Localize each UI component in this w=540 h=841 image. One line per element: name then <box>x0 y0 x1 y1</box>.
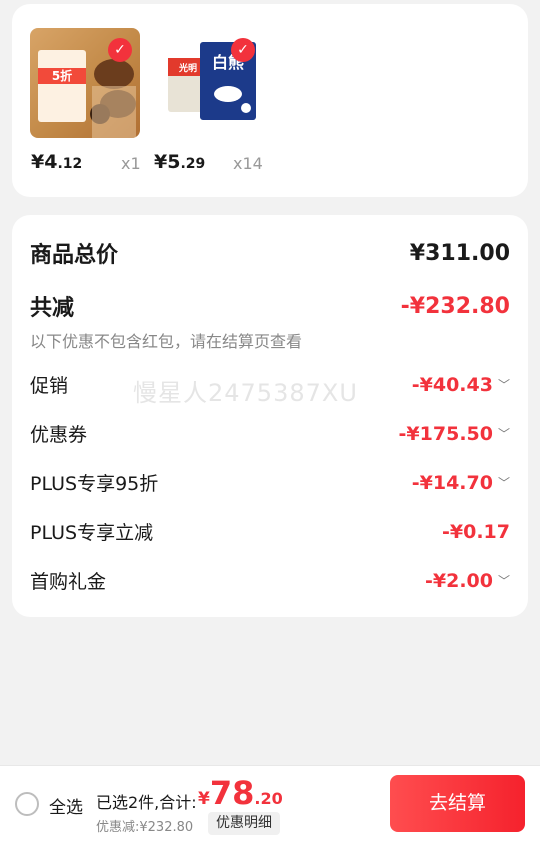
total-reduce-row: 共减 -¥232.80 <box>30 290 510 322</box>
grand-total: ¥78.20 <box>198 774 283 812</box>
discount-row-plus-95[interactable]: PLUS专享95折 -¥14.70 ﹀ <box>30 469 510 496</box>
discount-note: 以下优惠不包含红包，请在结算页查看 <box>30 332 303 351</box>
price-decimal: .29 <box>180 156 206 172</box>
discount-amount: -¥2.00 <box>425 569 493 592</box>
brand-sub-text: 光明 <box>178 62 197 74</box>
checkout-button[interactable]: 去结算 <box>390 775 525 832</box>
discount-label: 首购礼金 <box>30 571 107 593</box>
discount-label: PLUS专享95折 <box>30 473 159 495</box>
discount-value: -¥40.43 ﹀ <box>412 374 510 396</box>
currency-symbol: ¥ <box>198 789 210 809</box>
discount-amount: -¥14.70 <box>411 471 493 494</box>
price-summary-card: 商品总价 ¥311.00 共减 -¥232.80 以下优惠不包含红包，请在结算页… <box>12 215 528 617</box>
product-quantity-1: x1 <box>121 154 141 173</box>
total-reduce-value: -¥232.80 <box>400 293 510 319</box>
selected-products-card: 5折 ✓ 光明 白熊 ✓ ¥4.12 x1 ¥5.29 x14 <box>12 4 528 197</box>
discount-label: 优惠券 <box>30 424 88 446</box>
total-price-label: 商品总价 <box>30 243 119 268</box>
discount-total-text: 优惠减:¥232.80 <box>96 820 194 835</box>
discount-detail-button[interactable]: 优惠明细 <box>208 812 280 835</box>
price-integer: ¥5 <box>154 151 181 173</box>
total-integer: 78 <box>209 774 255 812</box>
discount-value: -¥14.70 ﹀ <box>412 472 510 494</box>
discount-row-plus-instant: PLUS专享立减 -¥0.17 <box>30 518 510 545</box>
checkmark-icon[interactable]: ✓ <box>108 38 132 62</box>
discount-badge-text: 5折 <box>52 68 72 83</box>
chevron-down-icon[interactable]: ﹀ <box>498 572 510 589</box>
discount-value: -¥0.17 <box>442 521 510 543</box>
total-reduce-label: 共减 <box>30 296 75 321</box>
price-decimal: .12 <box>57 156 83 172</box>
discount-amount: -¥40.43 <box>411 373 493 396</box>
select-all-radio[interactable] <box>15 792 39 816</box>
watermark-text: 慢星人2475387XU <box>133 379 358 407</box>
checkmark-icon[interactable]: ✓ <box>231 38 255 62</box>
discount-value: -¥175.50 ﹀ <box>399 423 510 445</box>
discount-row-coupon[interactable]: 优惠券 -¥175.50 ﹀ <box>30 420 510 447</box>
total-decimal: .20 <box>254 789 283 808</box>
discount-amount: -¥175.50 <box>398 422 493 445</box>
product-price-2: ¥5.29 <box>154 151 205 173</box>
discount-amount: -¥0.17 <box>442 520 510 543</box>
selected-count-text: 已选2件,合计: <box>96 793 197 812</box>
product-quantity-2: x14 <box>233 154 263 173</box>
total-price-row: 商品总价 ¥311.00 <box>30 237 510 269</box>
price-integer: ¥4 <box>31 151 58 173</box>
chevron-down-icon[interactable]: ﹀ <box>498 425 510 442</box>
select-all-label[interactable]: 全选 <box>49 793 83 818</box>
chevron-down-icon[interactable]: ﹀ <box>498 474 510 491</box>
discount-label: 促销 <box>30 375 69 397</box>
discount-value: -¥2.00 ﹀ <box>425 570 510 592</box>
chevron-down-icon[interactable]: ﹀ <box>498 376 510 393</box>
total-price-value: ¥311.00 <box>409 240 510 266</box>
checkout-bar: 全选 已选2件,合计: ¥78.20 优惠减:¥232.80 优惠明细 去结算 <box>0 765 540 841</box>
discount-label: PLUS专享立减 <box>30 522 154 544</box>
discount-row-first-purchase[interactable]: 首购礼金 -¥2.00 ﹀ <box>30 567 510 594</box>
product-price-1: ¥4.12 <box>31 151 82 173</box>
